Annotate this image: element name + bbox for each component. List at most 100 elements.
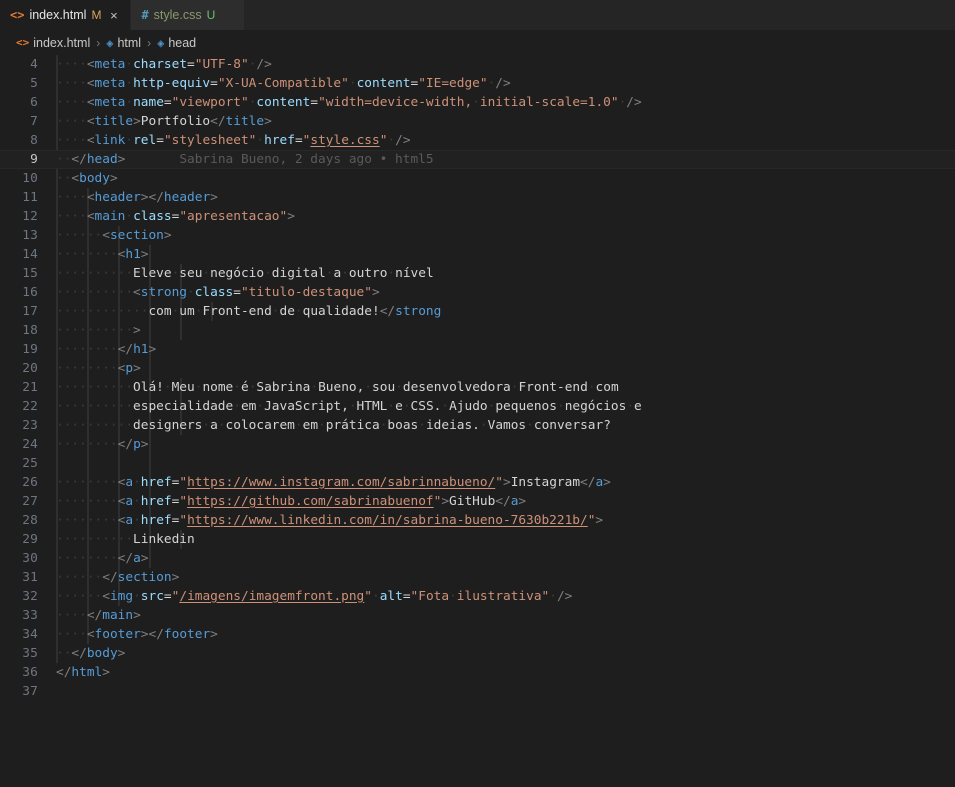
code-line[interactable]: 32 ······<img·src="/imagens/imagemfront.p… [0,587,955,606]
token-tag: main [94,209,126,224]
token-tag: a [125,475,134,490]
line-number: 29 [22,532,38,547]
token-ws: ·· [56,646,72,661]
code-line[interactable]: 28 ········<a·href="https://www.linkedin.… [0,511,955,530]
close-icon[interactable]: × [106,9,121,22]
code-line[interactable]: 7 ····<title>Portfolio</title> [0,112,955,131]
token-str: initial-scale=1.0" [479,95,619,110]
code-line[interactable]: 23 ··········designers·a·colocarem·em·prá… [0,416,955,435]
code-line[interactable]: 30 ········</a> [0,549,955,568]
token-ws: · [549,589,557,604]
token-tag: header [94,190,141,205]
token-ws: ···· [56,608,87,623]
editor-tab-bar: <> index.html M × # style.css U × [0,0,955,30]
token-punc: </ [148,627,164,642]
code-line[interactable]: 16 ··········<strong·class="titulo-destaq… [0,283,955,302]
tab-index-html[interactable]: <> index.html M × [0,0,132,30]
token-ws: ············ [56,304,149,319]
token-txt: e [395,399,403,414]
token-lnk[interactable]: /imagens/imagemfront.png [179,589,364,604]
code-line[interactable]: 35 ··</body> [0,644,955,663]
token-tag: section [117,570,172,585]
code-line[interactable]: 34 ····<footer></footer> [0,625,955,644]
line-content [52,454,955,473]
token-ws: · [587,380,596,395]
token-ws: · [125,95,134,110]
token-ws: ···· [56,133,87,148]
token-tag: img [109,589,134,604]
code-line[interactable]: 8 ····<link·rel="stylesheet"·href="style.… [0,131,955,150]
token-punc: > [140,190,149,205]
token-lnk[interactable]: style.css [310,133,379,148]
code-line[interactable]: 22 ··········especialidade·em·JavaScript,… [0,397,955,416]
line-content: ····<header></header> [52,188,955,207]
code-line[interactable]: 36 </html> [0,663,955,682]
token-punc: > [140,247,149,262]
breadcrumb-item-file[interactable]: <> index.html [14,36,92,50]
code-line[interactable]: 26 ········<a·href="https://www.instagram… [0,473,955,492]
line-number: 34 [22,627,38,642]
token-ws: ········ [56,342,118,357]
code-line[interactable]: 24 ········</p> [0,435,955,454]
code-line[interactable]: 29 ··········Linkedin [0,530,955,549]
code-line[interactable]: 13 ······<section> [0,226,955,245]
code-line[interactable]: 15 ··········Eleve·seu·negócio·digital·a·… [0,264,955,283]
breadcrumb-item-head[interactable]: ◈ head [155,36,198,50]
code-line[interactable]: 4 ····<meta·charset="UTF-8"·/> [0,55,955,74]
token-ws: ·········· [56,399,134,414]
code-line[interactable]: 33 ····</main> [0,606,955,625]
breadcrumb-item-html[interactable]: ◈ html [104,36,143,50]
tab-status-badge: U [206,8,216,22]
token-tag: a [133,551,141,566]
code-line[interactable]: 21 ··········Olá!·Meu·nome·é·Sabrina·Buen… [0,378,955,397]
token-punc: > [163,228,172,243]
code-line[interactable]: 18 ··········> [0,321,955,340]
token-ws: · [133,494,141,509]
code-line[interactable]: 17 ············com·um·Front-end·de·qualid… [0,302,955,321]
code-line[interactable]: 12 ····<main·class="apresentacao"> [0,207,955,226]
line-number: 31 [22,570,38,585]
code-line[interactable]: 11 ····<header></header> [0,188,955,207]
token-str: " [179,513,188,528]
line-number: 9 [30,152,38,167]
token-punc: </ [102,570,118,585]
token-ws: · [133,475,141,490]
code-line[interactable]: 25 [0,454,955,473]
token-tag: head [86,152,118,167]
code-line[interactable]: 27 ········<a·href="https://github.com/sa… [0,492,955,511]
code-editor[interactable]: 4 ····<meta·charset="UTF-8"·/> 5 ····<meta·… [0,55,955,787]
token-punc: < [86,114,95,129]
token-str: " [179,494,188,509]
line-content: ········<a·href="https://www.instagram.c… [52,473,955,492]
line-number: 21 [22,380,38,395]
tab-dirty-badge: M [91,8,102,22]
token-txt: Sabrina [256,380,311,395]
token-ws: · [202,266,211,281]
token-ws: · [233,399,241,414]
code-line[interactable]: 31 ······</section> [0,568,955,587]
token-str: "Fota [410,589,450,604]
code-line[interactable]: 14 ········<h1> [0,245,955,264]
token-punc: > [371,285,380,300]
token-ws: · [256,399,265,414]
token-lnk[interactable]: https://www.linkedin.com/in/sabrina-buen… [187,513,588,528]
code-line[interactable]: 37 [0,682,955,701]
token-punc: </ [148,190,164,205]
token-attr: content [256,95,311,110]
code-line[interactable]: 5 ····<meta·http-equiv="X-UA-Compatible"·… [0,74,955,93]
code-line[interactable]: 9 ··</head> Sabrina Bueno, 2 days ago • h… [0,150,955,169]
code-line[interactable]: 20 ········<p> [0,359,955,378]
token-lnk[interactable]: https://github.com/sabrinabuenof [187,494,434,509]
token-punc: > [102,665,110,680]
token-ws: · [125,57,134,72]
token-ws: · [264,266,272,281]
token-lnk[interactable]: https://www.instagram.com/sabrinnabueno/ [187,475,495,490]
token-tag: a [125,513,134,528]
token-attr: class [194,285,234,300]
code-line[interactable]: 10 ··<body> [0,169,955,188]
tab-style-css[interactable]: # style.css U × [131,0,246,30]
code-line[interactable]: 6 ····<meta·name="viewport"·content="widt… [0,93,955,112]
code-line[interactable]: 19 ········</h1> [0,340,955,359]
breadcrumb-label: html [117,35,142,50]
token-txt: Linkedin [133,532,195,547]
